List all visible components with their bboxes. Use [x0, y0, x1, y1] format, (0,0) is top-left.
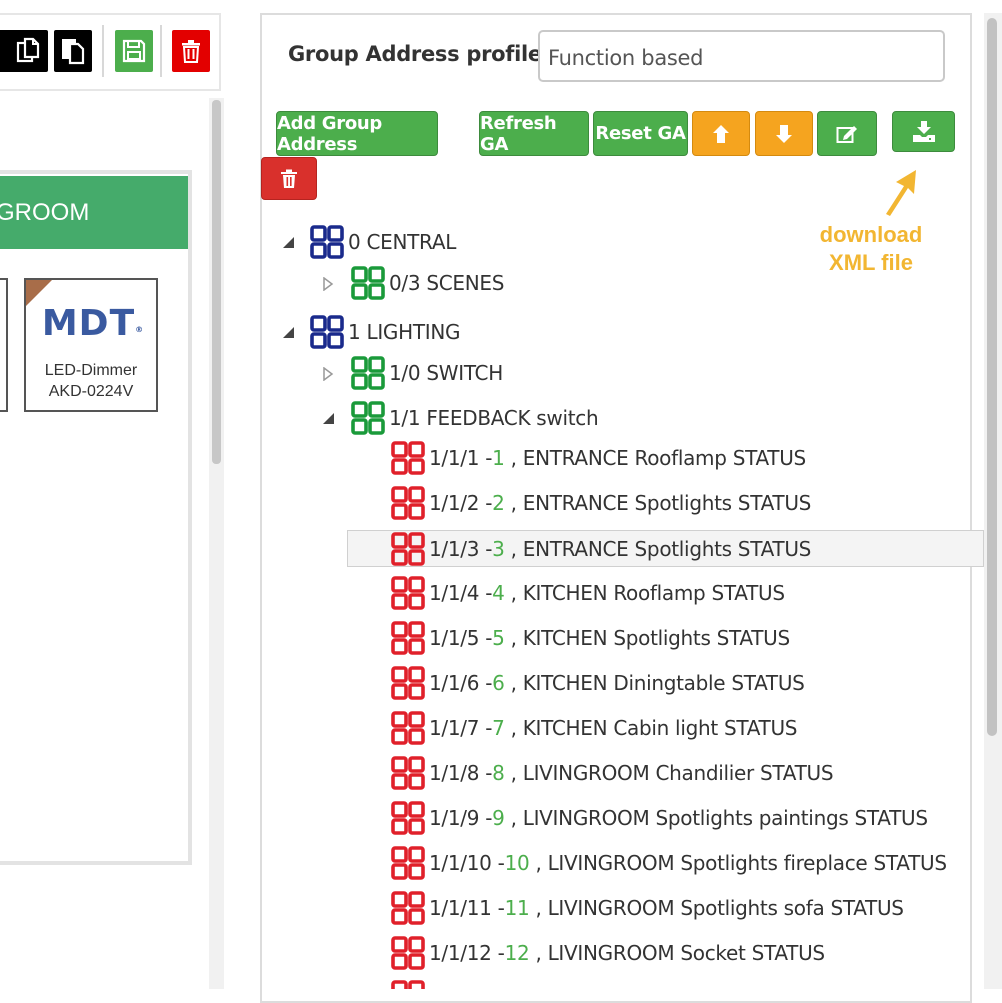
- reset-ga-button[interactable]: Reset GA: [593, 111, 688, 156]
- tree-leaf[interactable]: 1/1/6 -6 , KITCHEN Diningtable STATUS: [391, 663, 805, 703]
- group-address-icon: [310, 315, 344, 349]
- room-panel: [0, 170, 192, 865]
- tree-leaf-selected[interactable]: 1/1/3 -3 , ENTRANCE Spotlights STATUS: [347, 530, 984, 567]
- device-card[interactable]: MDT® LED-Dimmer AKD-0224V: [24, 278, 158, 412]
- group-address-icon: [391, 441, 425, 475]
- tree-leaf-label: 1/1/3 -3 , ENTRANCE Spotlights STATUS: [429, 536, 812, 561]
- arrow-up-icon: [713, 124, 729, 143]
- group-address-icon: [391, 891, 425, 925]
- profile-select[interactable]: Function based: [538, 30, 945, 82]
- group-address-icon: [391, 756, 425, 790]
- tree-leaf-label: 1/1/6 -6 , KITCHEN Diningtable STATUS: [429, 671, 805, 695]
- tree-collapsed-icon[interactable]: [321, 367, 335, 381]
- download-annotation: download XML file: [819, 222, 923, 275]
- group-address-icon: [391, 846, 425, 880]
- room-header-label: GROOM: [0, 198, 90, 226]
- group-address-icon: [391, 980, 425, 989]
- room-header[interactable]: GROOM: [0, 176, 188, 249]
- group-address-icon: [391, 666, 425, 700]
- tree-leaf-label: 1/1/4 -4 , KITCHEN Rooflamp STATUS: [429, 581, 785, 605]
- tree-leaf[interactable]: 1/1/1 -1 , ENTRANCE Rooflamp STATUS: [391, 438, 806, 478]
- annotation-arrow-icon: [886, 170, 916, 216]
- trash-icon: [182, 40, 200, 63]
- arrow-down-icon: [776, 124, 792, 143]
- paste-button[interactable]: [54, 30, 92, 72]
- move-up-button[interactable]: [692, 111, 750, 156]
- tree-leaf[interactable]: 1/1/9 -9 , LIVINGROOM Spotlights paintin…: [391, 798, 928, 838]
- tree-node-label: 1/0 SWITCH: [389, 361, 503, 385]
- save-button[interactable]: [115, 30, 153, 72]
- edit-icon: [836, 125, 857, 143]
- download-xml-button[interactable]: [892, 111, 955, 152]
- group-address-icon: [310, 225, 344, 259]
- device-logo: MDT®: [41, 303, 145, 344]
- tree-collapsed-icon[interactable]: [321, 277, 335, 291]
- refresh-ga-button[interactable]: Refresh GA: [479, 111, 589, 156]
- group-address-icon: [391, 576, 425, 610]
- tree-leaf[interactable]: 1/1/11 -11 , LIVINGROOM Spotlights sofa …: [391, 888, 904, 928]
- save-icon: [122, 39, 146, 63]
- delete-button[interactable]: [172, 30, 210, 72]
- tree-node-label: 1/1 FEEDBACK switch: [389, 406, 599, 430]
- move-down-button[interactable]: [755, 111, 813, 156]
- group-address-icon: [391, 711, 425, 745]
- toolbar-separator: [102, 25, 104, 77]
- group-address-icon: [351, 401, 385, 435]
- profile-label: Group Address profile :: [288, 42, 557, 66]
- group-address-icon: [391, 621, 425, 655]
- tree-leaf[interactable]: 1/1/7 -7 , KITCHEN Cabin light STATUS: [391, 708, 797, 748]
- tree-expanded-icon[interactable]: [281, 235, 295, 249]
- group-address-icon: [391, 486, 425, 520]
- tree-node-middle[interactable]: 0/3 SCENES: [351, 263, 504, 303]
- tree-leaf[interactable]: 1/1/8 -8 , LIVINGROOM Chandilier STATUS: [391, 753, 834, 793]
- tree-leaf[interactable]: 1/1/4 -4 , KITCHEN Rooflamp STATUS: [391, 573, 785, 613]
- edit-button[interactable]: [817, 111, 877, 156]
- left-scrollbar-thumb[interactable]: [212, 100, 221, 464]
- group-address-icon: [391, 936, 425, 970]
- device-card-partial[interactable]: [0, 278, 8, 412]
- copy-icon: [16, 37, 40, 63]
- device-name: LED-Dimmer AKD-0224V: [44, 362, 138, 400]
- paste-icon: [62, 39, 85, 65]
- tree-leaf-label: 1/1/10 -10 , LIVINGROOM Spotlights firep…: [429, 851, 947, 875]
- tree-expanded-icon[interactable]: [321, 411, 335, 425]
- tree-leaf-label: 1/1/12 -12 , LIVINGROOM Socket STATUS: [429, 941, 825, 965]
- right-scrollbar-thumb[interactable]: [987, 18, 997, 736]
- tree-leaf[interactable]: 1/1/10 -10 , LIVINGROOM Spotlights firep…: [391, 843, 947, 883]
- download-icon: [912, 120, 935, 142]
- delete-group-address-button[interactable]: [261, 157, 317, 200]
- toolbar-separator: [160, 25, 162, 77]
- tree-leaf-label: 1/1/5 -5 , KITCHEN Spotlights STATUS: [429, 626, 790, 650]
- tree-leaf-label: 1/1/1 -1 , ENTRANCE Rooflamp STATUS: [429, 446, 806, 470]
- group-address-icon: [351, 266, 385, 300]
- group-address-icon: [351, 356, 385, 390]
- tree-node-middle[interactable]: 1/1 FEEDBACK switch: [351, 398, 599, 438]
- tree-leaf[interactable]: 1/1/2 -2 , ENTRANCE Spotlights STATUS: [391, 483, 811, 523]
- trash-icon: [281, 169, 297, 188]
- tree-leaf[interactable]: 1/1/12 -12 , LIVINGROOM Socket STATUS: [391, 933, 825, 973]
- tree-leaf-label: 1/1/2 -2 , ENTRANCE Spotlights STATUS: [429, 491, 812, 515]
- tree-leaf[interactable]: 1/1/5 -5 , KITCHEN Spotlights STATUS: [391, 618, 790, 658]
- tree-node-middle[interactable]: 1/0 SWITCH: [351, 353, 503, 393]
- add-group-address-button[interactable]: Add Group Address: [276, 111, 438, 156]
- tree-leaf-label: 1/1/9 -9 , LIVINGROOM Spotlights paintin…: [429, 806, 928, 830]
- left-toolbar: [0, 13, 221, 91]
- tree-node-label: 0/3 SCENES: [389, 271, 505, 295]
- tree-leaf-label: 1/1/8 -8 , LIVINGROOM Chandilier STATUS: [429, 761, 834, 785]
- copy-button[interactable]: [10, 30, 48, 72]
- tree-expanded-icon[interactable]: [281, 325, 295, 339]
- tree-node-label: 1 LIGHTING: [348, 320, 461, 344]
- tree-leaf-label: 1/1/7 -7 , KITCHEN Cabin light STATUS: [429, 716, 798, 740]
- tree-node-label: 0 CENTRAL: [348, 230, 457, 254]
- tree-leaf-label: 1/1/11 -11 , LIVINGROOM Spotlights sofa …: [429, 896, 904, 920]
- group-address-icon: [391, 801, 425, 835]
- group-address-icon: [391, 531, 425, 566]
- tree-node-main[interactable]: 0 CENTRAL: [310, 222, 456, 262]
- tree-node-main[interactable]: 1 LIGHTING: [310, 312, 461, 352]
